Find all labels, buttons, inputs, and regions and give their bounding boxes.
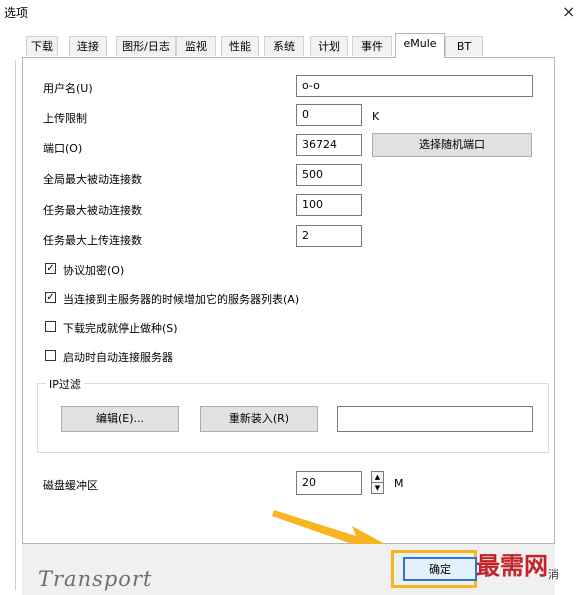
add-server-list-checkbox[interactable]: ✓: [45, 292, 56, 303]
disk-buffer-spinner[interactable]: ▲ ▼: [371, 471, 384, 494]
global-max-passive-label: 全局最大被动连接数: [43, 173, 142, 186]
task-max-upload-field[interactable]: 2: [296, 225, 362, 247]
add-server-list-label: 当连接到主服务器的时候增加它的服务器列表(A): [63, 293, 300, 306]
protocol-encryption-label: 协议加密(O): [63, 264, 125, 277]
ip-filter-reload-button[interactable]: 重新装入(R): [200, 406, 318, 432]
disk-buffer-label: 磁盘缓冲区: [43, 479, 98, 492]
cancel-button-partial[interactable]: 消: [548, 566, 559, 582]
disk-buffer-field[interactable]: 20: [296, 471, 362, 495]
tab-graphics-log[interactable]: 图形/日志: [116, 36, 176, 56]
task-max-upload-label: 任务最大上传连接数: [43, 234, 142, 247]
username-label: 用户名(U): [43, 82, 93, 95]
spinner-down-icon[interactable]: ▼: [372, 483, 383, 494]
window-edge-divider: [15, 60, 16, 590]
upload-limit-label: 上传限制: [43, 112, 87, 125]
disk-buffer-unit: M: [394, 477, 404, 490]
random-port-button[interactable]: 选择随机端口: [372, 133, 532, 157]
ip-filter-legend: IP过滤: [46, 376, 84, 392]
tab-schedule[interactable]: 计划: [310, 36, 348, 56]
tab-bt[interactable]: BT: [445, 36, 483, 56]
tab-download[interactable]: 下载: [26, 36, 58, 56]
ok-button[interactable]: 确定: [403, 557, 477, 581]
transport-brand-text: Transport: [38, 567, 153, 591]
window-title: 选项: [4, 6, 29, 20]
auto-connect-label: 启动时自动连接服务器: [63, 351, 173, 364]
task-max-passive-field[interactable]: 100: [296, 194, 362, 216]
port-field[interactable]: 36724: [296, 134, 362, 156]
spinner-up-icon[interactable]: ▲: [372, 472, 383, 483]
username-field[interactable]: o-o: [296, 75, 533, 97]
task-max-passive-label: 任务最大被动连接数: [43, 204, 142, 217]
tab-strip: 下载 连接 图形/日志 监视 性能 系统 计划 事件 eMule BT: [0, 33, 585, 58]
stop-seeding-label: 下载完成就停止做种(S): [63, 322, 178, 335]
auto-connect-checkbox[interactable]: [45, 350, 56, 361]
port-label: 端口(O): [43, 142, 83, 155]
tab-performance[interactable]: 性能: [221, 36, 259, 56]
stop-seeding-checkbox[interactable]: [45, 321, 56, 332]
tab-connection[interactable]: 连接: [69, 36, 107, 56]
tab-system[interactable]: 系统: [264, 36, 304, 56]
upload-limit-unit: K: [372, 110, 380, 123]
ip-filter-edit-button[interactable]: 编辑(E)...: [61, 406, 179, 432]
upload-limit-field[interactable]: 0: [296, 104, 362, 126]
ip-filter-path-field[interactable]: [337, 406, 533, 432]
tab-events[interactable]: 事件: [352, 36, 392, 56]
watermark-logo: 最需网: [476, 551, 548, 580]
tab-monitor[interactable]: 监视: [176, 36, 216, 56]
close-icon[interactable]: ×: [562, 2, 575, 21]
tab-emule[interactable]: eMule: [395, 33, 445, 58]
global-max-passive-field[interactable]: 500: [296, 164, 362, 186]
protocol-encryption-checkbox[interactable]: ✓: [45, 263, 56, 274]
